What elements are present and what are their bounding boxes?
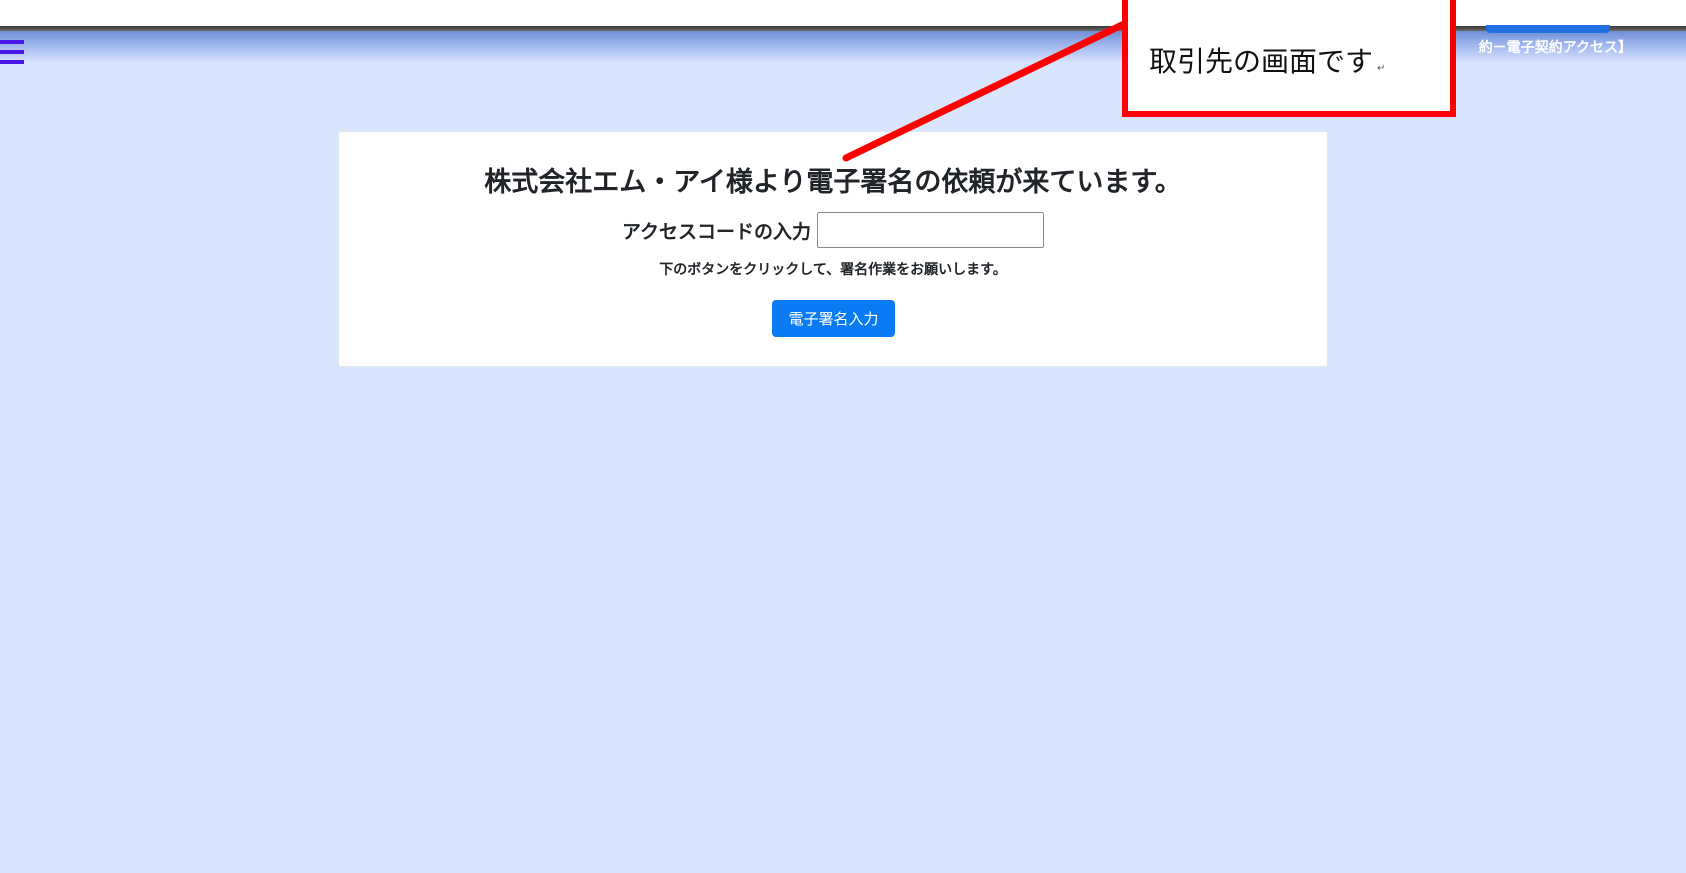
annotation-callout: 取引先の画面です ↵ xyxy=(1122,0,1456,117)
hamburger-line xyxy=(0,60,24,64)
signature-request-card: 株式会社エム・アイ様より電子署名の依頼が来ています。 アクセスコードの入力 下の… xyxy=(338,131,1328,367)
sign-button[interactable]: 電子署名入力 xyxy=(772,300,895,337)
annotation-text: 取引先の画面です ↵ xyxy=(1149,45,1386,78)
access-code-input[interactable] xyxy=(817,212,1045,248)
header-title: 約－電子契約アクセス】 xyxy=(1478,40,1632,56)
return-mark: ↵ xyxy=(1377,63,1386,74)
instruction-text: 下のボタンをクリックして、署名作業をお願いします。 xyxy=(659,262,1007,278)
hamburger-line xyxy=(0,50,24,54)
access-code-label: アクセスコードの入力 xyxy=(621,220,812,243)
access-code-row: アクセスコードの入力 xyxy=(339,212,1327,248)
header-account-pill[interactable] xyxy=(1486,25,1610,33)
page-title: 株式会社エム・アイ様より電子署名の依頼が来ています。 xyxy=(484,167,1182,198)
hamburger-menu-icon[interactable] xyxy=(0,40,24,66)
hamburger-line xyxy=(0,40,24,44)
page-viewport: 約－電子契約アクセス】 株式会社エム・アイ様より電子署名の依頼が来ています。 ア… xyxy=(0,25,1686,873)
